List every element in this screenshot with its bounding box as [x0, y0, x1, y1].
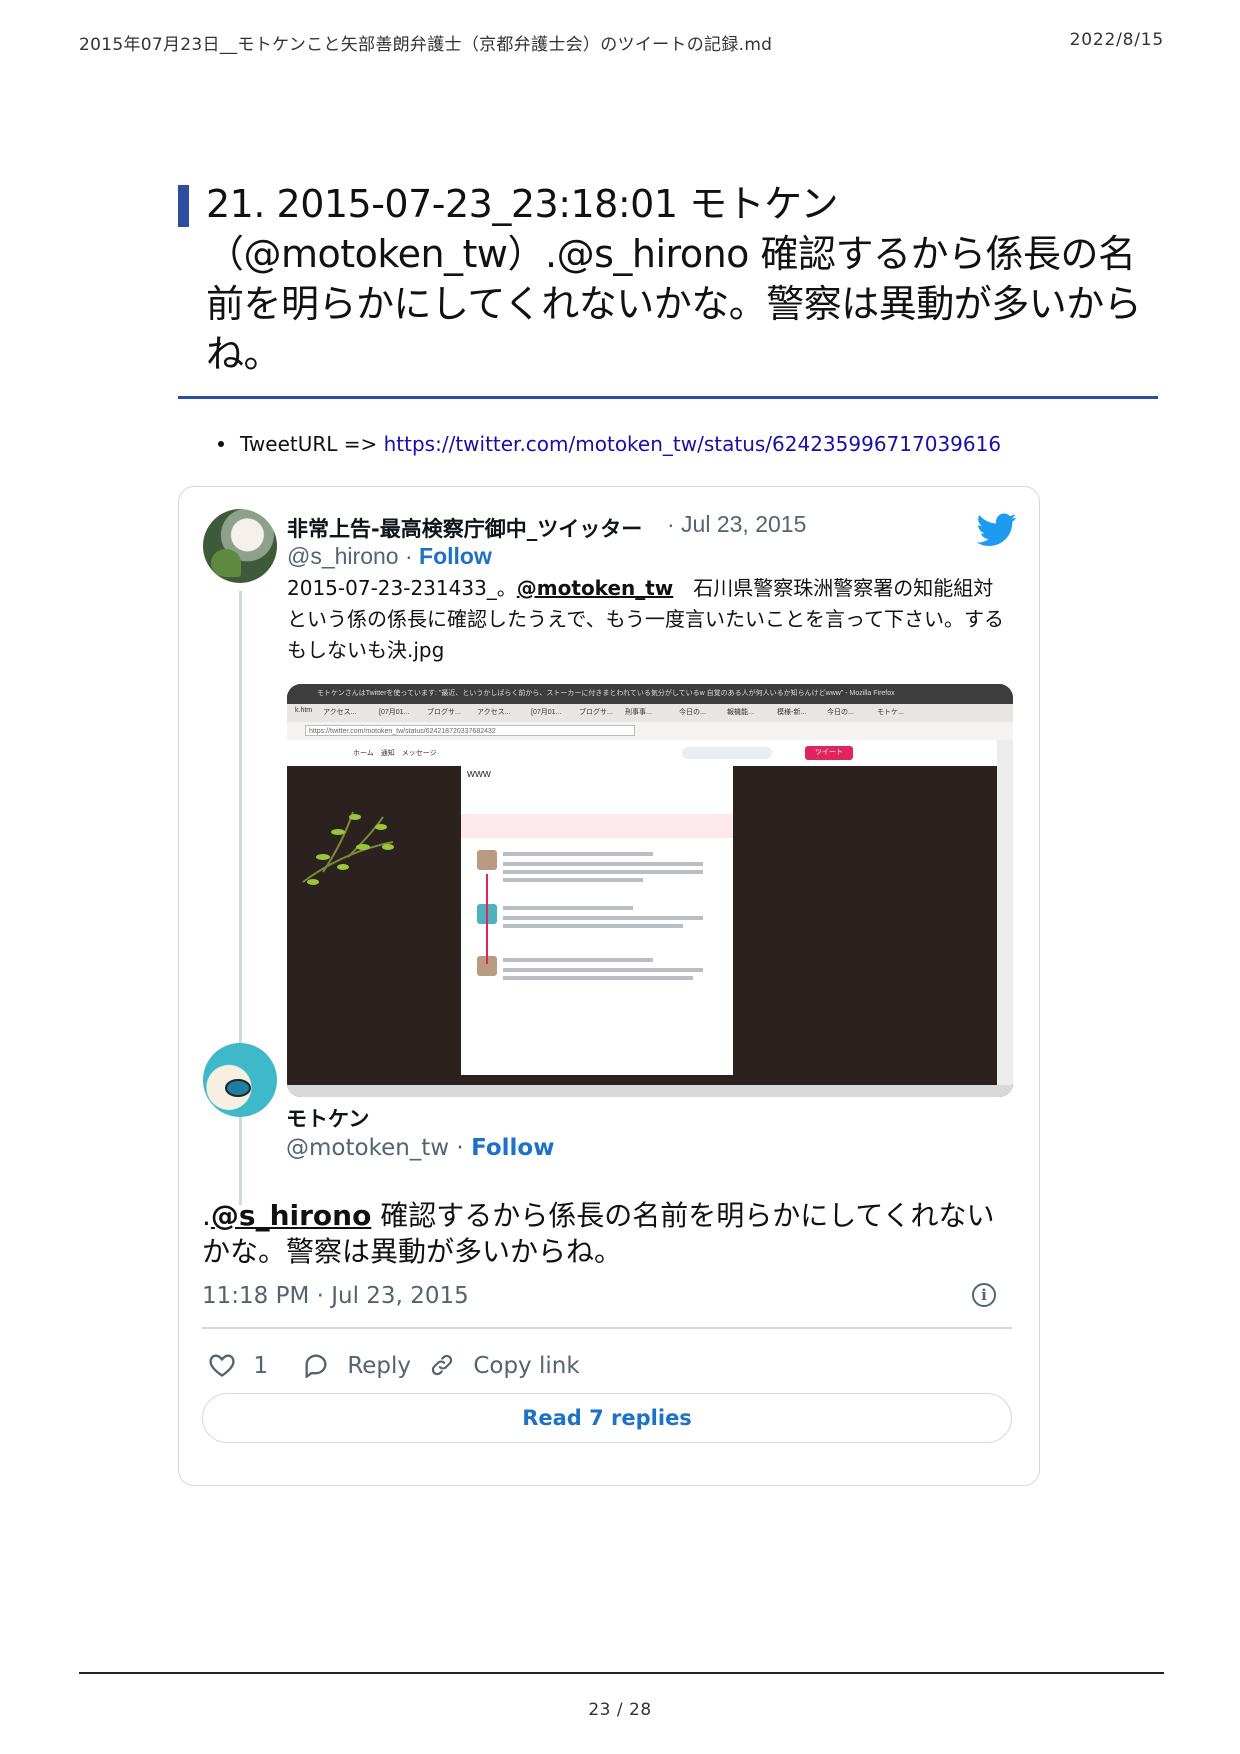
parent-mention-link[interactable]: @motoken_tw — [517, 576, 673, 600]
screenshot-reply-box — [461, 814, 733, 838]
screenshot-tab: アクセス... — [477, 709, 511, 716]
screenshot-titlebar: モトケンさんはTwitterを使っています: "最近、というかしばらく前から、ス… — [287, 684, 1013, 704]
twitter-bird-icon[interactable] — [977, 513, 1017, 547]
tweet-url-label: TweetURL => — [240, 432, 378, 456]
tweet-actions: 1 Reply Copy link — [202, 1349, 1012, 1385]
screenshot-tab: [07月01... — [531, 709, 562, 716]
screenshot-search-box — [682, 747, 772, 759]
parent-tweet-text: 2015-07-23-231433_。@motoken_tw 石川県警察珠洲警察… — [287, 573, 1007, 666]
screenshot-taskbar — [287, 1085, 1013, 1097]
parent-text-prefix: 2015-07-23-231433_。 — [287, 576, 517, 600]
screenshot-tab: 今日の... — [679, 709, 706, 716]
section-heading: 21. 2015-07-23_23:18:01 モトケン（@motoken_tw… — [178, 179, 1158, 379]
screenshot-tab: 刑事事... — [625, 709, 652, 716]
heading-divider — [178, 396, 1158, 399]
reply-text-prefix: . — [202, 1199, 211, 1232]
screenshot-window-title: モトケンさんはTwitterを使っています: "最近、というかしばらく前から、ス… — [317, 690, 895, 697]
screenshot-tweet-row — [477, 956, 717, 1006]
screenshot-url: https://twitter.com/motoken_tw/status/62… — [305, 725, 635, 736]
read-replies-button[interactable]: Read 7 replies — [202, 1393, 1012, 1443]
copy-link-action[interactable]: Copy link — [428, 1349, 580, 1385]
screenshot-tweet-row — [477, 850, 717, 900]
reply-mention-link[interactable]: @s_hirono — [211, 1199, 371, 1232]
reply-display-name[interactable]: モトケン — [286, 1103, 369, 1133]
parent-date[interactable]: · Jul 23, 2015 — [667, 511, 806, 538]
parent-avatar[interactable] — [203, 509, 277, 583]
screenshot-tab: ブログサ... — [427, 709, 461, 716]
copy-link-label: Copy link — [473, 1353, 580, 1379]
tweet-url-item: TweetURL => https://twitter.com/motoken_… — [218, 432, 1001, 456]
screenshot-address-bar: https://twitter.com/motoken_tw/status/62… — [287, 722, 1013, 741]
reply-handle: @motoken_tw · Follow — [286, 1135, 554, 1161]
screenshot-tab: [07月01... — [379, 709, 410, 716]
screenshot-nav-items: ホーム 通知 メッセージ — [353, 750, 437, 757]
screenshot-tab: 今日の... — [827, 709, 854, 716]
screenshot-www-text: www — [467, 768, 491, 780]
reply-action[interactable]: Reply — [302, 1349, 411, 1385]
screenshot-tweet-panel: www — [461, 766, 733, 1075]
screenshot-plant-decoration — [302, 811, 394, 885]
screenshot-tab: 報機能... — [727, 709, 754, 716]
tweet-url-link[interactable]: https://twitter.com/motoken_tw/status/62… — [384, 432, 1001, 456]
attached-screenshot-image[interactable]: モトケンさんはTwitterを使っています: "最近、というかしばらく前から、ス… — [287, 684, 1013, 1097]
screenshot-tab-bar: k.htm アクセス... [07月01... ブログサ... アクセス... … — [287, 704, 1013, 722]
link-icon — [431, 1354, 453, 1375]
like-count: 1 — [253, 1353, 268, 1379]
document-header-date: 2022/8/15 — [1069, 30, 1164, 50]
reply-handle-text[interactable]: @motoken_tw · — [286, 1135, 471, 1161]
screenshot-thread-line — [486, 874, 488, 964]
screenshot-tab: モトケ... — [877, 709, 904, 716]
page-number: 23 / 28 — [588, 1700, 652, 1720]
screenshot-tab: k.htm — [295, 707, 313, 714]
reply-timestamp[interactable]: 11:18 PM · Jul 23, 2015 — [202, 1283, 469, 1309]
reply-avatar[interactable] — [203, 1043, 277, 1117]
screenshot-twitter-nav: ホーム 通知 メッセージ ツイート — [287, 740, 1013, 766]
footer-divider — [79, 1672, 1164, 1674]
heart-icon — [209, 1353, 235, 1377]
reply-bubble-icon — [305, 1353, 327, 1379]
embedded-tweet-card: 非常上告-最高検察庁御中_ツイッター · Jul 23, 2015 @s_hir… — [178, 486, 1040, 1486]
bullet-icon — [218, 440, 224, 447]
info-icon[interactable]: i — [972, 1283, 996, 1307]
parent-display-name[interactable]: 非常上告-最高検察庁御中_ツイッター — [287, 513, 642, 543]
reply-label: Reply — [347, 1353, 412, 1379]
parent-follow-link[interactable]: Follow — [419, 543, 492, 569]
screenshot-tab: アクセス... — [323, 709, 357, 716]
reply-tweet-text: .@s_hirono 確認するから係長の名前を明らかにしてくれないかな。警察は異… — [202, 1198, 1012, 1270]
document-header-title: 2015年07月23日__モトケンこと矢部善朗弁護士（京都弁護士会）のツイートの… — [79, 35, 773, 55]
screenshot-tweet-button: ツイート — [805, 746, 853, 760]
reply-follow-link[interactable]: Follow — [471, 1135, 554, 1161]
parent-handle-text[interactable]: @s_hirono · — [287, 543, 419, 569]
heading-accent-bar — [178, 185, 189, 227]
parent-handle: @s_hirono · Follow — [287, 543, 492, 570]
screenshot-tweet-row — [477, 904, 717, 954]
section-title: 21. 2015-07-23_23:18:01 モトケン（@motoken_tw… — [206, 182, 1142, 376]
like-action[interactable]: 1 — [208, 1349, 268, 1385]
card-divider — [202, 1327, 1012, 1329]
screenshot-tab: ブログサ... — [579, 709, 613, 716]
screenshot-sidebar — [997, 740, 1013, 1085]
screenshot-tab: 模様-新... — [777, 709, 807, 716]
